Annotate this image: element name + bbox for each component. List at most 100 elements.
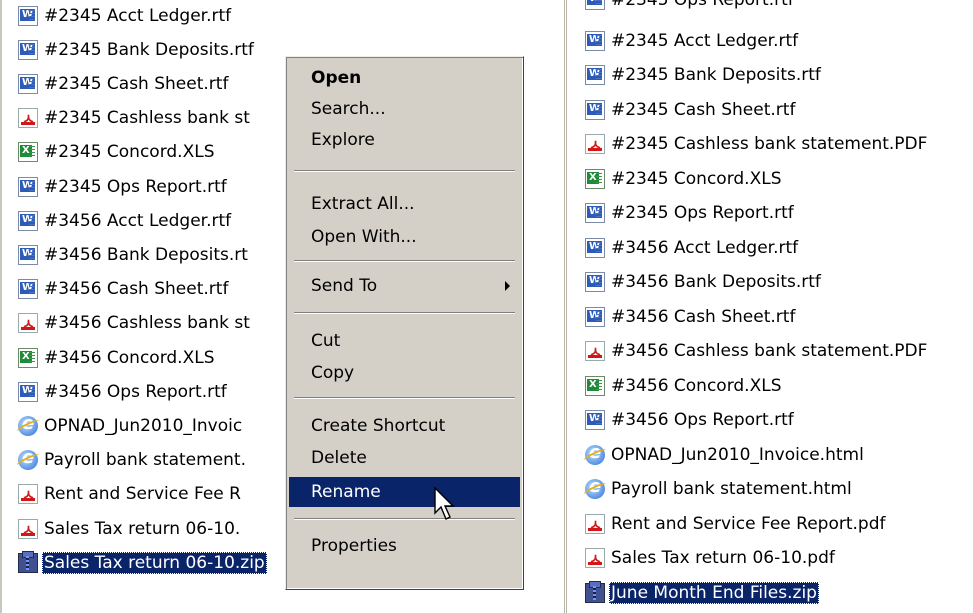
menu-item-extract-all[interactable]: Extract All... <box>289 189 520 219</box>
menu-item-open[interactable]: Open <box>289 63 520 93</box>
file-name: Rent and Service Fee Report.pdf <box>611 513 886 534</box>
pdf-document-icon <box>585 513 605 535</box>
menu-item-open-with[interactable]: Open With... <box>289 222 520 252</box>
list-item[interactable]: #2345 Ops Report.rtf <box>585 202 796 225</box>
list-item[interactable]: #2345 Acct Ledger.rtf <box>18 4 233 27</box>
word-document-icon <box>585 272 605 292</box>
menu-item-create-shortcut[interactable]: Create Shortcut <box>289 411 520 441</box>
list-item[interactable]: Rent and Service Fee Report.pdf <box>585 512 887 535</box>
file-name: Rent and Service Fee R <box>44 484 241 505</box>
list-item[interactable]: #3456 Cash Sheet.rtf <box>585 305 797 328</box>
list-item[interactable]: #2345 Concord.XLS <box>18 141 217 164</box>
menu-item-search[interactable]: Search... <box>289 94 520 124</box>
word-document-icon <box>18 5 38 26</box>
menu-item-copy[interactable]: Copy <box>289 358 520 388</box>
file-name: OPNAD_Jun2010_Invoic <box>44 415 243 436</box>
mouse-cursor-icon <box>434 487 455 520</box>
menu-item-explore[interactable]: Explore <box>289 125 520 155</box>
list-item[interactable]: Sales Tax return 06-10.pdf <box>585 547 837 570</box>
list-item[interactable]: OPNAD_Jun2010_Invoice.html <box>585 442 866 466</box>
menu-separator <box>294 518 515 520</box>
list-item[interactable]: #3456 Cashless bank st <box>18 312 252 335</box>
word-document-icon <box>585 0 605 10</box>
list-item-selected[interactable]: June Month End Files.zip <box>585 580 819 604</box>
file-name: #2345 Cashless bank statement.PDF <box>611 134 928 154</box>
context-menu: Open Search... Explore Extract All... Op… <box>285 56 524 590</box>
file-name: Sales Tax return 06-10.zip <box>42 551 267 574</box>
menu-separator <box>294 397 515 399</box>
right-file-list: #2345 Ops Report.rtf #2345 Acct Ledger.r… <box>564 0 973 613</box>
list-item[interactable]: #3456 Bank Deposits.rtf <box>585 271 823 294</box>
file-name: #2345 Concord.XLS <box>611 168 782 189</box>
list-item[interactable]: #3456 Ops Report.rtf <box>18 380 229 403</box>
list-item[interactable]: #3456 Acct Ledger.rtf <box>585 236 800 259</box>
list-item[interactable]: Rent and Service Fee R <box>18 483 243 506</box>
menu-separator <box>294 170 515 172</box>
file-name: #3456 Cashless bank st <box>44 313 250 334</box>
zip-folder-icon <box>585 580 605 603</box>
list-item[interactable]: #3456 Concord.XLS <box>18 346 217 369</box>
word-document-icon <box>18 279 38 300</box>
menu-item-cut[interactable]: Cut <box>289 326 520 356</box>
list-item[interactable]: #2345 Bank Deposits.rtf <box>18 38 256 61</box>
list-item[interactable]: #2345 Ops Report.rtf <box>18 175 229 198</box>
file-name: #2345 Ops Report.rtf <box>609 0 796 11</box>
pdf-document-icon <box>585 134 605 155</box>
menu-item-properties[interactable]: Properties <box>289 531 520 561</box>
word-document-icon <box>18 39 38 60</box>
menu-item-rename[interactable]: Rename <box>289 477 520 507</box>
internet-explorer-html-icon <box>585 442 605 465</box>
list-item[interactable]: Sales Tax return 06-10. <box>18 517 242 540</box>
pdf-document-icon <box>18 518 38 540</box>
file-name: #3456 Cashless bank statement.PDF <box>611 341 928 361</box>
list-item[interactable]: #2345 Concord.XLS <box>585 167 784 190</box>
pane-left-border <box>0 0 2 613</box>
file-name: June Month End Files.zip <box>609 581 819 604</box>
list-item[interactable]: #3456 Concord.XLS <box>585 374 784 397</box>
menu-item-send-to[interactable]: Send To <box>289 271 520 301</box>
file-name: #2345 Acct Ledger.rtf <box>611 30 799 51</box>
list-item[interactable]: OPNAD_Jun2010_Invoic <box>18 413 244 437</box>
list-item[interactable]: #2345 Cash Sheet.rtf <box>585 98 797 121</box>
list-item[interactable]: #2345 Acct Ledger.rtf <box>585 29 800 52</box>
list-item[interactable]: #2345 Cash Sheet.rtf <box>18 72 230 95</box>
list-item[interactable]: #3456 Cashless bank statement.PDF <box>585 340 929 363</box>
menu-item-delete[interactable]: Delete <box>289 443 520 473</box>
word-document-icon <box>585 237 605 258</box>
word-document-icon <box>585 306 605 327</box>
list-item[interactable]: #2345 Cashless bank st <box>18 107 252 130</box>
excel-spreadsheet-icon <box>18 347 38 368</box>
list-item[interactable]: Payroll bank statement. <box>18 447 248 472</box>
pdf-document-icon <box>18 313 38 334</box>
word-document-icon <box>585 203 605 223</box>
list-item[interactable]: #3456 Ops Report.rtf <box>585 409 796 432</box>
menu-item-send-to-label: Send To <box>311 276 378 296</box>
pdf-document-icon <box>18 108 38 129</box>
file-name: #2345 Cash Sheet.rtf <box>44 73 229 94</box>
word-document-icon <box>585 99 605 120</box>
file-name: OPNAD_Jun2010_Invoice.html <box>611 444 864 465</box>
file-name: #3456 Concord.XLS <box>611 375 782 396</box>
list-item-selected[interactable]: Sales Tax return 06-10.zip <box>18 550 267 574</box>
list-item[interactable]: #3456 Cash Sheet.rtf <box>18 278 230 301</box>
file-name: #2345 Bank Deposits.rtf <box>44 39 254 60</box>
list-item[interactable]: #3456 Acct Ledger.rtf <box>18 209 233 232</box>
word-document-icon <box>585 30 605 51</box>
submenu-arrow-icon <box>505 281 510 291</box>
list-item[interactable]: #2345 Cashless bank statement.PDF <box>585 133 929 156</box>
file-name: #3456 Ops Report.rtf <box>44 381 227 402</box>
word-document-icon <box>18 210 38 231</box>
file-name: #2345 Cash Sheet.rtf <box>611 99 796 120</box>
file-name: #3456 Acct Ledger.rtf <box>611 237 799 258</box>
file-name: #2345 Concord.XLS <box>44 142 215 163</box>
list-item[interactable]: #3456 Bank Deposits.rt <box>18 243 250 266</box>
file-name: #2345 Cashless bank st <box>44 108 250 129</box>
file-name: #3456 Acct Ledger.rtf <box>44 210 232 231</box>
list-item-partial[interactable]: #2345 Ops Report.rtf <box>585 0 796 11</box>
list-item[interactable]: Payroll bank statement.html <box>585 476 854 501</box>
file-name: #3456 Ops Report.rtf <box>611 410 794 430</box>
list-item[interactable]: #2345 Bank Deposits.rtf <box>585 64 823 87</box>
internet-explorer-html-icon <box>18 447 38 471</box>
excel-spreadsheet-icon <box>585 375 605 396</box>
file-name: #2345 Ops Report.rtf <box>44 176 227 197</box>
